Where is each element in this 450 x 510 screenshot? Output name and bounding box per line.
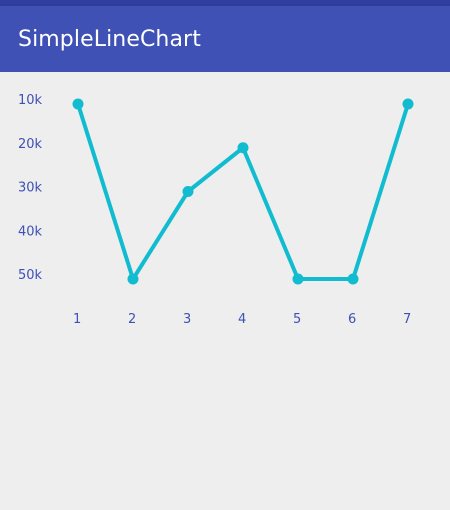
x-tick-label: 6 [348, 312, 356, 327]
data-point[interactable] [72, 98, 84, 110]
series-line [76, 102, 410, 281]
line-chart: 10k 20k 30k 40k 50k 1 2 3 4 5 6 7 [18, 93, 414, 327]
app-title: SimpleLineChart [18, 26, 201, 52]
data-point[interactable] [182, 186, 194, 197]
x-tick-label: 1 [73, 312, 81, 327]
data-point[interactable] [292, 273, 304, 285]
y-tick-label: 10k [18, 93, 43, 108]
data-point[interactable] [237, 142, 249, 154]
y-tick-label: 40k [18, 224, 43, 239]
x-tick-label: 2 [128, 312, 136, 327]
data-point[interactable] [402, 98, 414, 110]
data-point[interactable] [347, 273, 359, 285]
x-tick-label: 7 [403, 312, 411, 327]
x-tick-label: 3 [183, 312, 191, 327]
data-point[interactable] [127, 273, 139, 285]
x-tick-label: 5 [293, 312, 301, 327]
y-tick-label: 50k [18, 268, 43, 283]
y-tick-label: 30k [18, 181, 43, 196]
x-tick-label: 4 [238, 312, 246, 327]
app-bar: SimpleLineChart [0, 6, 450, 72]
y-tick-label: 20k [18, 137, 43, 152]
chart-container: 10k 20k 30k 40k 50k 1 2 3 4 5 6 7 [0, 72, 450, 510]
